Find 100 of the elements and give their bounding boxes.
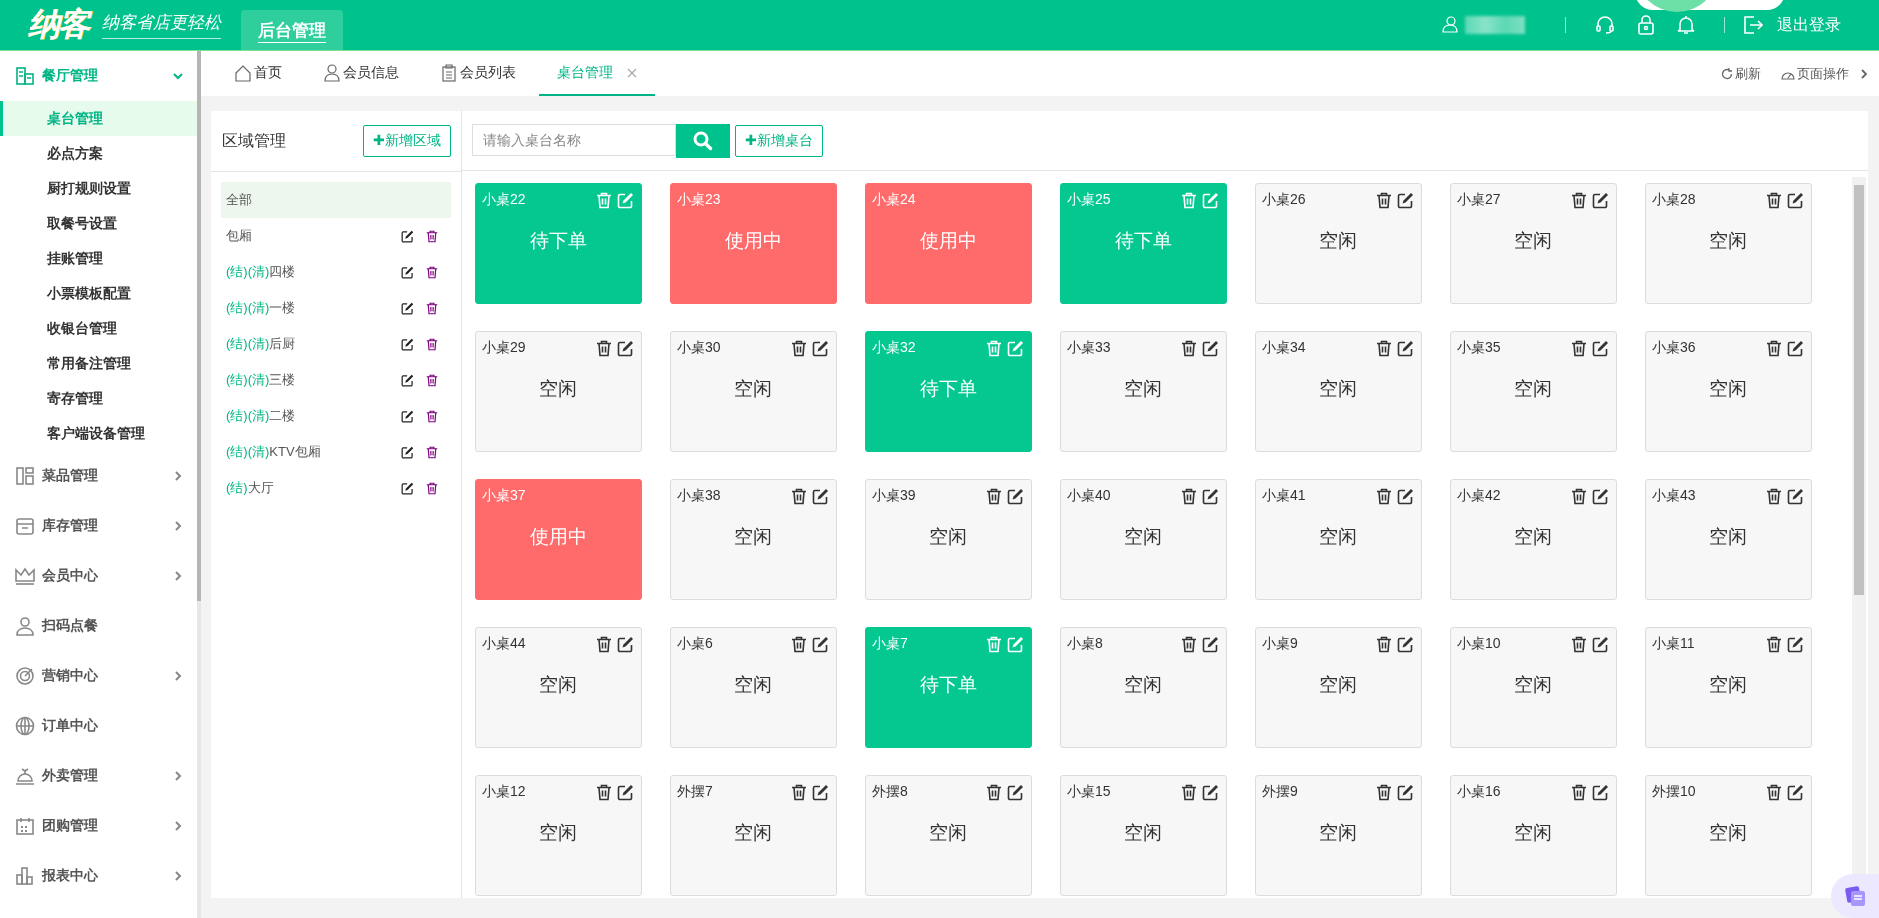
table-status: 空闲 (1708, 673, 1748, 697)
table-status: 空闲 (1708, 377, 1748, 401)
sidebar-item[interactable]: 寄存管理 (0, 381, 197, 416)
table-status: 空闲 (1318, 673, 1358, 697)
table-card[interactable]: 外摆8 空闲 (865, 775, 1032, 896)
sidebar-item[interactable]: 小票模板配置 (0, 276, 197, 311)
table-card[interactable]: 小桌16 空闲 (1450, 775, 1617, 896)
table-card[interactable]: 小桌44 空闲 (475, 627, 642, 748)
table-status: 空闲 (1123, 377, 1163, 401)
area-item[interactable]: (结)(清)后厨 (221, 326, 451, 362)
table-card[interactable]: 小桌6 空闲 (670, 627, 837, 748)
table-name: 小桌29 (482, 339, 527, 357)
table-card[interactable]: 小桌26 空闲 (1255, 183, 1422, 304)
sidebar-section[interactable]: 订单中心 (0, 701, 197, 751)
table-status: 空闲 (1318, 229, 1358, 253)
sidebar-item[interactable]: 客户端设备管理 (0, 416, 197, 451)
sidebar-section[interactable]: 扫码点餐 (0, 601, 197, 651)
sidebar-item[interactable]: 挂账管理 (0, 241, 197, 276)
table-card[interactable]: 外摆9 空闲 (1255, 775, 1422, 896)
table-status: 空闲 (1318, 377, 1358, 401)
table-name: 小桌38 (677, 487, 722, 505)
table-name: 小桌40 (1067, 487, 1112, 505)
table-card[interactable]: 小桌28 空闲 (1645, 183, 1812, 304)
table-card[interactable]: 小桌9 空闲 (1255, 627, 1422, 748)
table-status: 空闲 (1123, 673, 1163, 697)
table-name: 小桌41 (1262, 487, 1307, 505)
table-card[interactable]: 小桌35 空闲 (1450, 331, 1617, 452)
table-name: 小桌8 (1067, 635, 1104, 653)
table-status: 空闲 (1513, 525, 1553, 549)
table-name: 外摆8 (872, 783, 909, 801)
table-card[interactable]: 小桌33 空闲 (1060, 331, 1227, 452)
area-item[interactable]: 包厢 (221, 218, 451, 254)
table-status: 空闲 (733, 673, 773, 697)
area-item[interactable]: (结)(清)二楼 (221, 398, 451, 434)
sidebar-item[interactable]: 收银台管理 (0, 311, 197, 346)
table-name: 小桌34 (1262, 339, 1307, 357)
table-card[interactable]: 小桌42 空闲 (1450, 479, 1617, 600)
table-status: 使用中 (723, 229, 783, 253)
table-name: 小桌7 (872, 635, 909, 653)
sidebar-section[interactable]: 库存管理 (0, 501, 197, 551)
table-card[interactable]: 小桌11 空闲 (1645, 627, 1812, 748)
table-card[interactable]: 小桌8 空闲 (1060, 627, 1227, 748)
area-item[interactable]: 全部 (221, 182, 451, 218)
table-status: 使用中 (918, 229, 978, 253)
table-name: 小桌39 (872, 487, 917, 505)
area-item[interactable]: (结)(清)四楼 (221, 254, 451, 290)
sidebar-section[interactable]: 会员中心 (0, 551, 197, 601)
table-card[interactable]: 小桌38 空闲 (670, 479, 837, 600)
table-card[interactable]: 小桌40 空闲 (1060, 479, 1227, 600)
page-tab[interactable]: 首页 (216, 51, 300, 96)
search-field[interactable]: 请输入桌台名称 (472, 123, 676, 156)
table-card[interactable]: 小桌41 空闲 (1255, 479, 1422, 600)
table-card[interactable]: 小桌12 空闲 (475, 775, 642, 896)
table-card[interactable]: 小桌30 空闲 (670, 331, 837, 452)
sidebar-section[interactable]: 报表中心 (0, 851, 197, 901)
table-name: 小桌28 (1652, 191, 1697, 209)
area-item[interactable]: (结)(清)一楼 (221, 290, 451, 326)
table-card[interactable]: 小桌43 空闲 (1645, 479, 1812, 600)
area-item[interactable]: (结)(清)三楼 (221, 362, 451, 398)
table-name: 小桌24 (872, 191, 917, 209)
table-card[interactable]: 小桌39 空闲 (865, 479, 1032, 600)
sidebar-item[interactable]: 厨打规则设置 (0, 171, 197, 206)
table-card[interactable]: 小桌15 空闲 (1060, 775, 1227, 896)
page-tab[interactable]: 会员列表 (422, 51, 534, 96)
sidebar-item[interactable]: 常用备注管理 (0, 346, 197, 381)
table-name: 小桌44 (482, 635, 527, 653)
sidebar-section[interactable]: 团购管理 (0, 801, 197, 851)
table-name: 小桌36 (1652, 339, 1697, 357)
table-status: 待下单 (1113, 229, 1173, 253)
table-name: 小桌32 (872, 339, 917, 357)
table-status: 空闲 (733, 525, 773, 549)
table-card[interactable]: 小桌36 空闲 (1645, 331, 1812, 452)
table-status: 空闲 (928, 821, 968, 845)
page-actions-button[interactable]: 页面操作 (1771, 51, 1859, 96)
table-status: 空闲 (1318, 821, 1358, 845)
refresh-button[interactable]: 刷新 (1711, 51, 1771, 96)
table-status: 空闲 (1513, 377, 1553, 401)
table-status: 空闲 (538, 821, 578, 845)
sidebar-section[interactable]: 营销中心 (0, 651, 197, 701)
sidebar-item[interactable]: 必点方案 (0, 136, 197, 171)
table-status: 空闲 (1123, 821, 1163, 845)
table-name: 小桌30 (677, 339, 722, 357)
sidebar-section[interactable]: 菜品管理 (0, 451, 197, 501)
table-name: 小桌35 (1457, 339, 1502, 357)
area-item[interactable]: (结)(清)KTV包厢 (221, 434, 451, 470)
table-card[interactable]: 外摆7 空闲 (670, 775, 837, 896)
sidebar-section[interactable]: 外卖管理 (0, 751, 197, 801)
table-status: 空闲 (1318, 525, 1358, 549)
table-name: 小桌16 (1457, 783, 1502, 801)
area-item[interactable]: (结)大厅 (221, 470, 451, 506)
table-status: 待下单 (528, 229, 588, 253)
table-name: 外摆10 (1652, 783, 1697, 801)
table-card[interactable]: 小桌10 空闲 (1450, 627, 1617, 748)
table-card[interactable]: 小桌34 空闲 (1255, 331, 1422, 452)
table-card[interactable]: 外摆10 空闲 (1645, 775, 1812, 896)
table-card[interactable]: 小桌29 空闲 (475, 331, 642, 452)
page-tab[interactable]: 会员信息 (305, 51, 417, 96)
sidebar-item[interactable]: 取餐号设置 (0, 206, 197, 241)
table-card[interactable]: 小桌27 空闲 (1450, 183, 1617, 304)
table-name: 外摆7 (677, 783, 714, 801)
